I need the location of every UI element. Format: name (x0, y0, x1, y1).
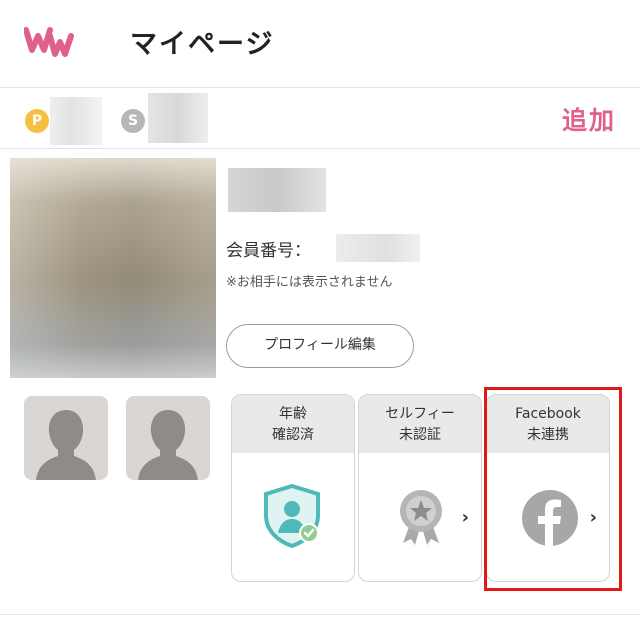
chevron-right-icon: › (461, 507, 469, 528)
medal-star-icon (400, 490, 442, 545)
divider (0, 614, 640, 615)
person-silhouette-icon (36, 410, 96, 480)
card-title: 年齢 (279, 406, 307, 422)
facebook-card-highlight-frame (484, 387, 622, 591)
sub-photo-placeholder-2[interactable] (126, 396, 210, 480)
privacy-notice: ※お相手には表示されません (226, 275, 393, 290)
id-shield-verified-icon (264, 483, 320, 549)
ww-logo[interactable] (24, 22, 76, 60)
person-silhouette-icon (138, 410, 198, 480)
age-verification-card[interactable]: 年齢 確認済 (231, 394, 355, 582)
points-row: P S 追加 (0, 89, 640, 149)
selfie-verification-card[interactable]: セルフィー 未認証 › (358, 394, 482, 582)
card-body (232, 453, 354, 581)
card-status: 未認証 (399, 427, 441, 443)
member-number-redacted (336, 234, 420, 262)
point-coin-icon: P (25, 109, 49, 133)
nickname-redacted (228, 168, 326, 212)
card-body: › (359, 453, 481, 581)
member-number-label: 会員番号： (226, 241, 311, 261)
card-status: 確認済 (272, 427, 314, 443)
add-points-button[interactable]: 追加 (562, 101, 616, 137)
edit-profile-button[interactable]: プロフィール編集 (226, 324, 414, 368)
card-title: セルフィー (385, 406, 455, 422)
main-profile-photo[interactable] (10, 158, 216, 378)
card-header: セルフィー 未認証 (359, 395, 481, 453)
card-header: 年齢 確認済 (232, 395, 354, 453)
special-coin-icon: S (121, 109, 145, 133)
header: マイページ (0, 0, 640, 88)
page-title: マイページ (130, 29, 275, 60)
point-balance-redacted (50, 97, 102, 145)
sub-photo-placeholder-1[interactable] (24, 396, 108, 480)
special-balance-redacted (148, 93, 208, 143)
